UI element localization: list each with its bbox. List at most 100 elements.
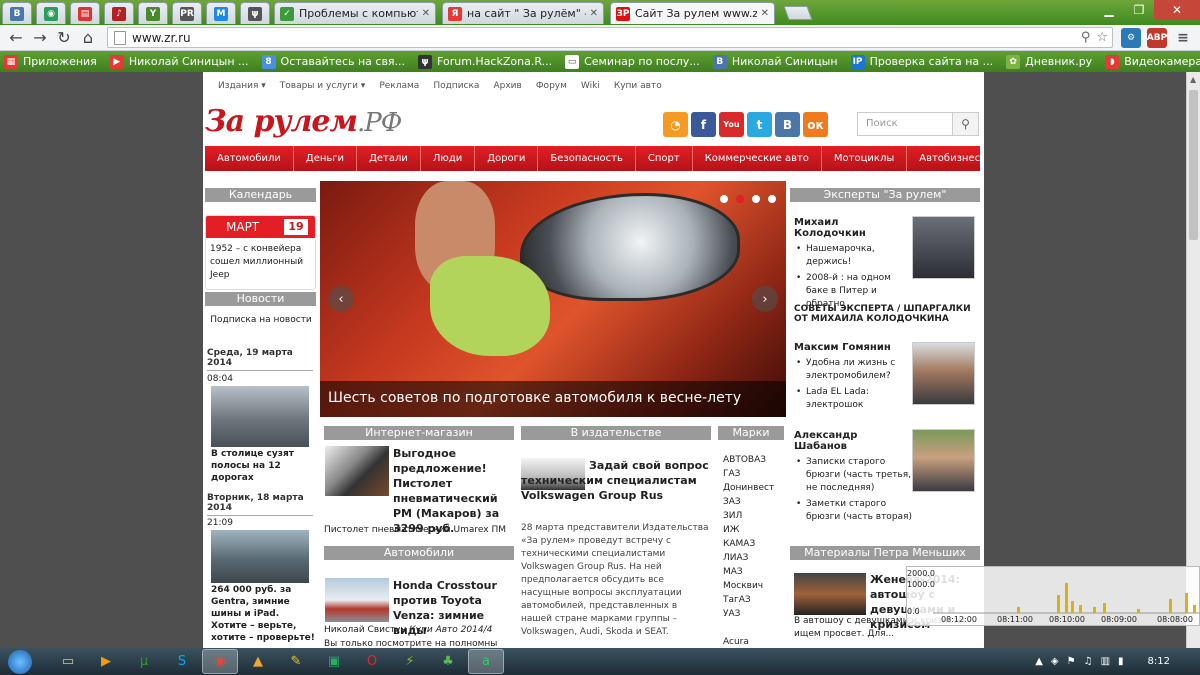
tab-close-icon[interactable]: ✕ [761,8,769,19]
menu-item[interactable]: Люди [421,146,476,171]
topnav-link[interactable]: Товары и услуги ▾ [280,81,366,91]
browser-tab[interactable]: ◉ [36,2,66,24]
pistol-image[interactable] [325,446,389,496]
menu-item[interactable]: Автомобили [205,146,294,171]
clock[interactable]: 8:12 [1148,656,1170,667]
search-input[interactable]: Поиск [858,113,952,135]
browser-tab[interactable]: ЗР Сайт За рулем www.zr.ru ✕ [610,2,775,24]
bookmark-item[interactable]: ▦ Приложения [4,54,97,69]
expert-article-link[interactable]: Удобна ли жизнь с электромобилем? [794,357,912,383]
back-button[interactable]: ← [4,26,28,50]
car-image[interactable] [325,578,389,622]
menu-item[interactable]: Детали [357,146,421,171]
cars-source[interactable]: Купи Авто 2014/4 [409,625,492,635]
bookmark-item[interactable]: IP Проверка сайта на ... [850,54,993,69]
aimp-icon[interactable]: ▲ [240,649,276,674]
browser-tab[interactable]: ▤ [70,2,100,24]
scrollbar-thumb[interactable] [1189,90,1198,240]
news-subscribe-link[interactable]: Подписка на новости [207,315,315,325]
network-icon[interactable]: ▥ [1101,656,1110,667]
browser-tab[interactable]: PR [172,2,202,24]
app2-icon[interactable]: a [468,649,504,674]
adblock-icon[interactable]: ABP [1147,28,1167,48]
browser-tab[interactable]: В [2,2,32,24]
news-thumbnail[interactable] [211,530,309,583]
expert-photo[interactable] [912,216,975,279]
media-player-icon[interactable]: ▶ [88,649,124,674]
slider-dot[interactable] [736,195,744,203]
shop-headline[interactable]: Выгодное предложение! Пистолет пневматич… [393,446,515,536]
slider-prev-button[interactable]: ‹ [328,286,354,312]
extension-icon[interactable]: ⚙ [1121,28,1141,48]
paint-icon[interactable]: ✎ [278,649,314,674]
vertical-scrollbar[interactable]: ▲ [1186,72,1200,648]
expert-photo[interactable] [912,429,975,492]
slider-caption[interactable]: Шесть советов по подготовке автомобиля к… [320,381,786,417]
expert-article-link[interactable]: Заметки старого брюзги (часть вторая) [794,498,912,524]
brand-link[interactable]: ИЖ [723,523,783,537]
slider-dot[interactable] [768,195,776,203]
bookmark-item[interactable]: ◗ Видеокамера улич... [1105,54,1200,69]
browser-tab[interactable]: Y [138,2,168,24]
expert-tips-link[interactable]: СОВЕТЫ ЭКСПЕРТА / ШПАРГАЛКИ ОТ МИХАИЛА К… [794,304,980,324]
rss-icon[interactable]: ◔ [663,112,688,137]
slider-dot[interactable] [752,195,760,203]
bookmark-item[interactable]: ✿ Дневник.ру [1006,54,1092,69]
explorer-icon[interactable]: ▭ [50,649,86,674]
search-icon[interactable]: ⚲ [1081,30,1091,45]
expert-article-link[interactable]: Lada EL Lada: электрошок [794,386,912,412]
menu-item[interactable]: Коммерческие авто [693,146,822,171]
expert-photo[interactable] [912,342,975,405]
news-headline[interactable]: В столице сузят полосы на 12 дорогах [211,448,315,484]
scroll-up-icon[interactable]: ▲ [1190,75,1196,84]
menu-item[interactable]: Автобизнес [907,146,984,171]
skype-icon[interactable]: S [164,649,200,674]
menu-icon[interactable]: ≡ [1173,28,1193,48]
materials-image[interactable] [794,573,866,615]
tab-close-icon[interactable]: ✕ [590,8,598,19]
brand-link[interactable]: Москвич [723,579,783,593]
browser-tab[interactable]: ♪ [104,2,134,24]
news-thumbnail[interactable] [211,386,309,447]
brand-link[interactable]: ЗИЛ [723,509,783,523]
brand-link[interactable]: ЗАЗ [723,495,783,509]
flag-icon[interactable]: ⚑ [1067,656,1076,667]
utorrent-icon[interactable]: µ [126,649,162,674]
vk-icon[interactable]: В [775,112,800,137]
browser-tab[interactable]: ✓ Проблемы с компьютер ✕ [274,2,436,24]
battery-icon[interactable]: ▮ [1118,656,1124,667]
home-button[interactable]: ⌂ [76,26,100,50]
topnav-link[interactable]: Подписка [433,81,479,91]
forward-button[interactable]: → [28,26,52,50]
twitter-icon[interactable]: t [747,112,772,137]
brand-link[interactable] [723,621,783,635]
reload-button[interactable]: ↻ [52,26,76,50]
brand-link[interactable]: Acura [723,635,783,648]
topnav-link[interactable]: Форум [536,81,567,91]
menu-item[interactable]: Спорт [636,146,693,171]
browser-tab[interactable]: Яна сайт " За рулём" — Ян ✕ [442,2,604,24]
brand-link[interactable]: АВТОВАЗ [723,453,783,467]
hero-slider[interactable]: ‹ › Шесть советов по подготовке автомоби… [320,181,786,417]
brand-link[interactable]: МАЗ [723,565,783,579]
topnav-link[interactable]: Издания ▾ [218,81,266,91]
news-headline[interactable]: 264 000 руб. за Gentra, зимние шины и iP… [211,584,315,644]
brand-link[interactable]: Донинвест [723,481,783,495]
facebook-icon[interactable]: f [691,112,716,137]
topnav-link[interactable]: Реклама [379,81,419,91]
bookmark-item[interactable]: ▭ Семинар по послу... [565,54,700,69]
android-icon[interactable]: ♣ [430,649,466,674]
address-bar[interactable]: www.zr.ru ⚲ ☆ [107,27,1113,48]
calendar-widget[interactable]: МАРТ 19 1952 – с конвейера сошел миллион… [205,215,316,290]
bookmark-item[interactable]: ▶ Николай Синицын ... [109,54,249,69]
bookmark-item[interactable]: В Николай Синицын [712,54,838,69]
tab-close-icon[interactable]: ✕ [422,8,430,19]
cars-more[interactable]: Вы только посмотрите на полномны [324,638,516,648]
topnav-link[interactable]: Архив [493,81,521,91]
maximize-button[interactable]: ❐ [1124,0,1154,20]
show-hidden-icons[interactable]: ▲ [1035,656,1043,667]
menu-item[interactable]: Деньги [294,146,358,171]
expert-name[interactable]: Александр Шабанов [794,430,912,452]
minimize-button[interactable]: ▁ [1094,0,1124,20]
browser-tab[interactable]: ψ [240,2,270,24]
